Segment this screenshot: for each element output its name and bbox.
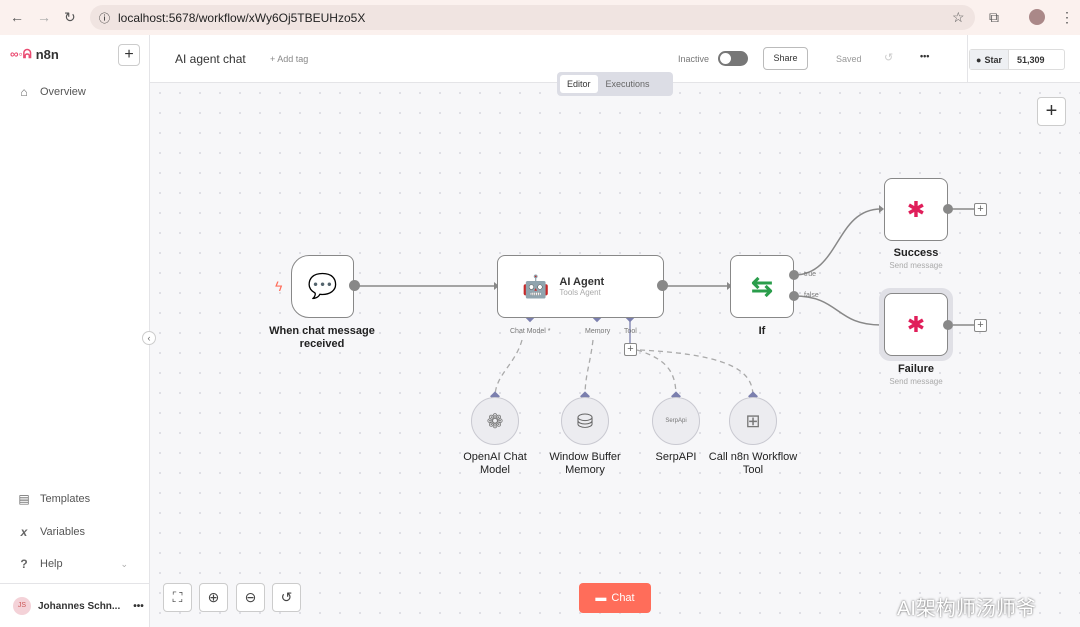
- port-label-chat-model: Chat Model *: [510, 328, 551, 335]
- sitemap-icon: ⊞: [745, 410, 761, 431]
- reset-zoom-button[interactable]: ↺: [272, 583, 301, 612]
- node-label: Window Buffer Memory: [549, 451, 621, 476]
- view-tabs: Editor Executions: [557, 72, 673, 96]
- add-node-button[interactable]: +: [974, 319, 987, 332]
- add-node-button[interactable]: +: [974, 203, 987, 216]
- database-icon: ⛁: [576, 410, 594, 433]
- slack-icon: ✱: [906, 196, 926, 222]
- serpapi-logo: SerpApi: [665, 418, 687, 424]
- watermark: AI架构师汤师爷: [897, 598, 1036, 620]
- node-label: Call n8n Workflow Tool: [708, 451, 798, 476]
- node-openai-chat-model[interactable]: ❁: [471, 397, 519, 445]
- node-subtitle: Tools Agent: [559, 288, 601, 297]
- node-success[interactable]: ✱: [884, 178, 948, 241]
- output-false-label: false: [804, 292, 819, 299]
- node-label: When chat message received: [269, 325, 375, 350]
- connection-if-failure: [793, 295, 882, 326]
- node-title: AI Agent: [559, 276, 605, 288]
- node-label: Success: [893, 247, 939, 259]
- node-label: OpenAI Chat Model: [463, 451, 527, 476]
- node-call-workflow-tool[interactable]: ⊞: [729, 397, 777, 445]
- node-ai-agent[interactable]: 🤖 AI Agent Tools Agent: [497, 255, 664, 318]
- openai-icon: ❁: [486, 410, 504, 433]
- zoom-out-button[interactable]: ⊖: [236, 583, 265, 612]
- signpost-icon: ⇆: [751, 271, 773, 301]
- port-label-memory: Memory: [585, 328, 611, 335]
- node-if[interactable]: ⇆: [730, 255, 794, 318]
- chat-icon: ▬: [595, 592, 607, 604]
- trigger-bolt-icon: ϟ: [275, 278, 283, 294]
- node-subtitle: Send message: [889, 377, 943, 386]
- robot-icon: 🤖: [522, 273, 550, 299]
- chat-button-label: Chat: [611, 592, 635, 604]
- port-label-tool: Tool: [624, 328, 637, 335]
- zoom-in-button[interactable]: ⊕: [199, 583, 228, 612]
- node-serpapi[interactable]: SerpApi: [652, 397, 700, 445]
- node-failure[interactable]: ✱: [884, 293, 948, 356]
- node-label: Failure: [897, 363, 935, 375]
- slack-icon: ✱: [906, 311, 926, 337]
- add-node-panel-button[interactable]: +: [1037, 97, 1066, 126]
- add-tool-button[interactable]: +: [624, 343, 637, 356]
- chat-bubbles-icon: 💬: [307, 273, 338, 300]
- port-diamonds: [490, 312, 758, 402]
- node-chat-trigger[interactable]: 💬: [291, 255, 354, 318]
- tab-executions[interactable]: Executions: [598, 75, 658, 93]
- chat-button[interactable]: ▬ Chat: [579, 583, 651, 613]
- tab-editor[interactable]: Editor: [560, 75, 598, 93]
- fit-view-button[interactable]: ⛶: [163, 583, 192, 612]
- collapse-sidebar-chevron-icon[interactable]: ‹: [142, 331, 156, 345]
- output-true-label: true: [804, 271, 817, 278]
- node-window-buffer-memory[interactable]: ⛁: [561, 397, 609, 445]
- node-subtitle: Send message: [889, 261, 943, 270]
- node-label: If: [758, 325, 766, 337]
